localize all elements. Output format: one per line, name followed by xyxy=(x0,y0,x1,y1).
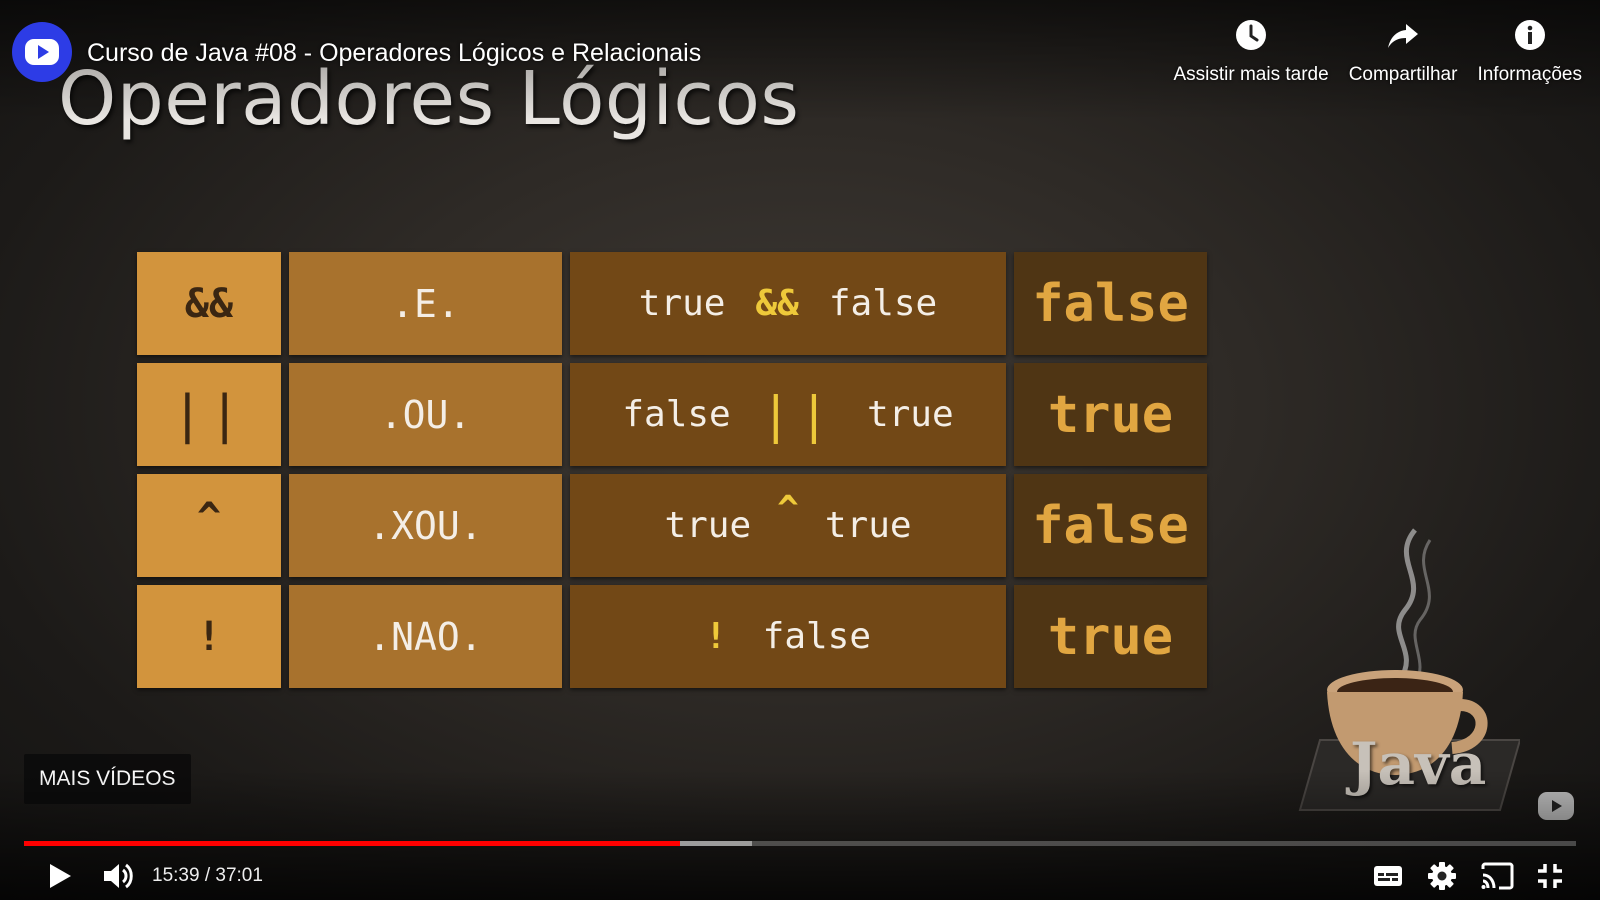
operator-example: ! false xyxy=(570,585,1006,688)
symbol-text: ^ xyxy=(196,494,222,541)
volume-icon xyxy=(104,863,133,889)
gear-icon xyxy=(1428,862,1456,890)
symbol-text: || xyxy=(171,384,247,445)
operator-result: true xyxy=(1014,585,1207,688)
expr-left: true xyxy=(664,505,752,546)
expr-left: true xyxy=(638,283,726,324)
symbol-text: ! xyxy=(196,613,222,660)
channel-logo-play-icon xyxy=(25,39,59,65)
channel-avatar[interactable] xyxy=(12,22,72,82)
share-button[interactable]: Compartilhar xyxy=(1348,18,1458,86)
operator-example: true && false xyxy=(570,252,1006,355)
settings-button[interactable] xyxy=(1422,852,1462,900)
exit-fullscreen-icon xyxy=(1538,864,1562,888)
result-text: true xyxy=(1047,606,1174,667)
result-text: false xyxy=(1032,273,1189,334)
operator-name: .NAO. xyxy=(289,585,562,688)
operator-name: .XOU. xyxy=(289,474,562,577)
clock-icon xyxy=(1236,20,1267,50)
operator-example: true ^ true xyxy=(570,474,1006,577)
watch-later-button[interactable]: Assistir mais tarde xyxy=(1173,18,1329,86)
name-text: .E. xyxy=(391,281,460,326)
operator-result: false xyxy=(1014,474,1207,577)
name-text: .OU. xyxy=(379,392,472,437)
expr-right: true xyxy=(866,394,954,435)
expr-operator: ^ xyxy=(777,489,799,530)
watch-later-label: Assistir mais tarde xyxy=(1173,64,1329,85)
expr-right: false xyxy=(828,283,938,324)
operator-result: true xyxy=(1014,363,1207,466)
expr-left: false xyxy=(622,394,731,435)
video-title[interactable]: Curso de Java #08 - Operadores Lógicos e… xyxy=(87,39,701,68)
name-text: .NAO. xyxy=(368,614,483,659)
play-button[interactable] xyxy=(40,852,80,900)
share-arrow-icon xyxy=(1388,24,1419,48)
top-actions: Assistir mais tarde Compartilhar Informa… xyxy=(1173,18,1582,86)
operator-result: false xyxy=(1014,252,1207,355)
result-text: true xyxy=(1047,384,1174,445)
operator-symbol: ^ xyxy=(137,474,281,577)
operator-symbol: && xyxy=(137,252,281,355)
info-icon xyxy=(1514,20,1545,50)
operator-name: .OU. xyxy=(289,363,562,466)
operators-table: && .E. true && false false || .OU. false… xyxy=(137,252,1207,688)
expr-operator: || xyxy=(760,385,837,444)
result-text: false xyxy=(1032,495,1189,556)
info-label: Informações xyxy=(1477,64,1582,85)
cast-icon xyxy=(1481,862,1514,890)
share-label: Compartilhar xyxy=(1348,64,1458,85)
exit-fullscreen-button[interactable] xyxy=(1530,852,1570,900)
player-controls: 15:39 / 37:01 xyxy=(0,852,1600,900)
progress-bar[interactable] xyxy=(24,841,1576,846)
operator-symbol: ! xyxy=(137,585,281,688)
expr-operator: && xyxy=(755,283,799,324)
expr-operator: ! xyxy=(704,616,727,657)
name-text: .XOU. xyxy=(368,503,483,548)
expr-right: false xyxy=(762,616,872,657)
video-player[interactable]: Operadores Lógicos && .E. true && false … xyxy=(0,0,1600,900)
symbol-text: && xyxy=(184,280,234,327)
mute-button[interactable] xyxy=(96,852,140,900)
play-icon xyxy=(50,864,71,888)
info-button[interactable]: Informações xyxy=(1477,18,1582,86)
operator-symbol: || xyxy=(137,363,281,466)
time-display: 15:39 / 37:01 xyxy=(152,865,263,886)
subtitles-icon xyxy=(1374,866,1402,886)
expr-right: true xyxy=(824,505,912,546)
operator-example: false || true xyxy=(570,363,1006,466)
progress-played xyxy=(24,841,681,846)
subtitles-button[interactable] xyxy=(1368,852,1408,900)
cast-button[interactable] xyxy=(1475,852,1519,900)
operator-name: .E. xyxy=(289,252,562,355)
